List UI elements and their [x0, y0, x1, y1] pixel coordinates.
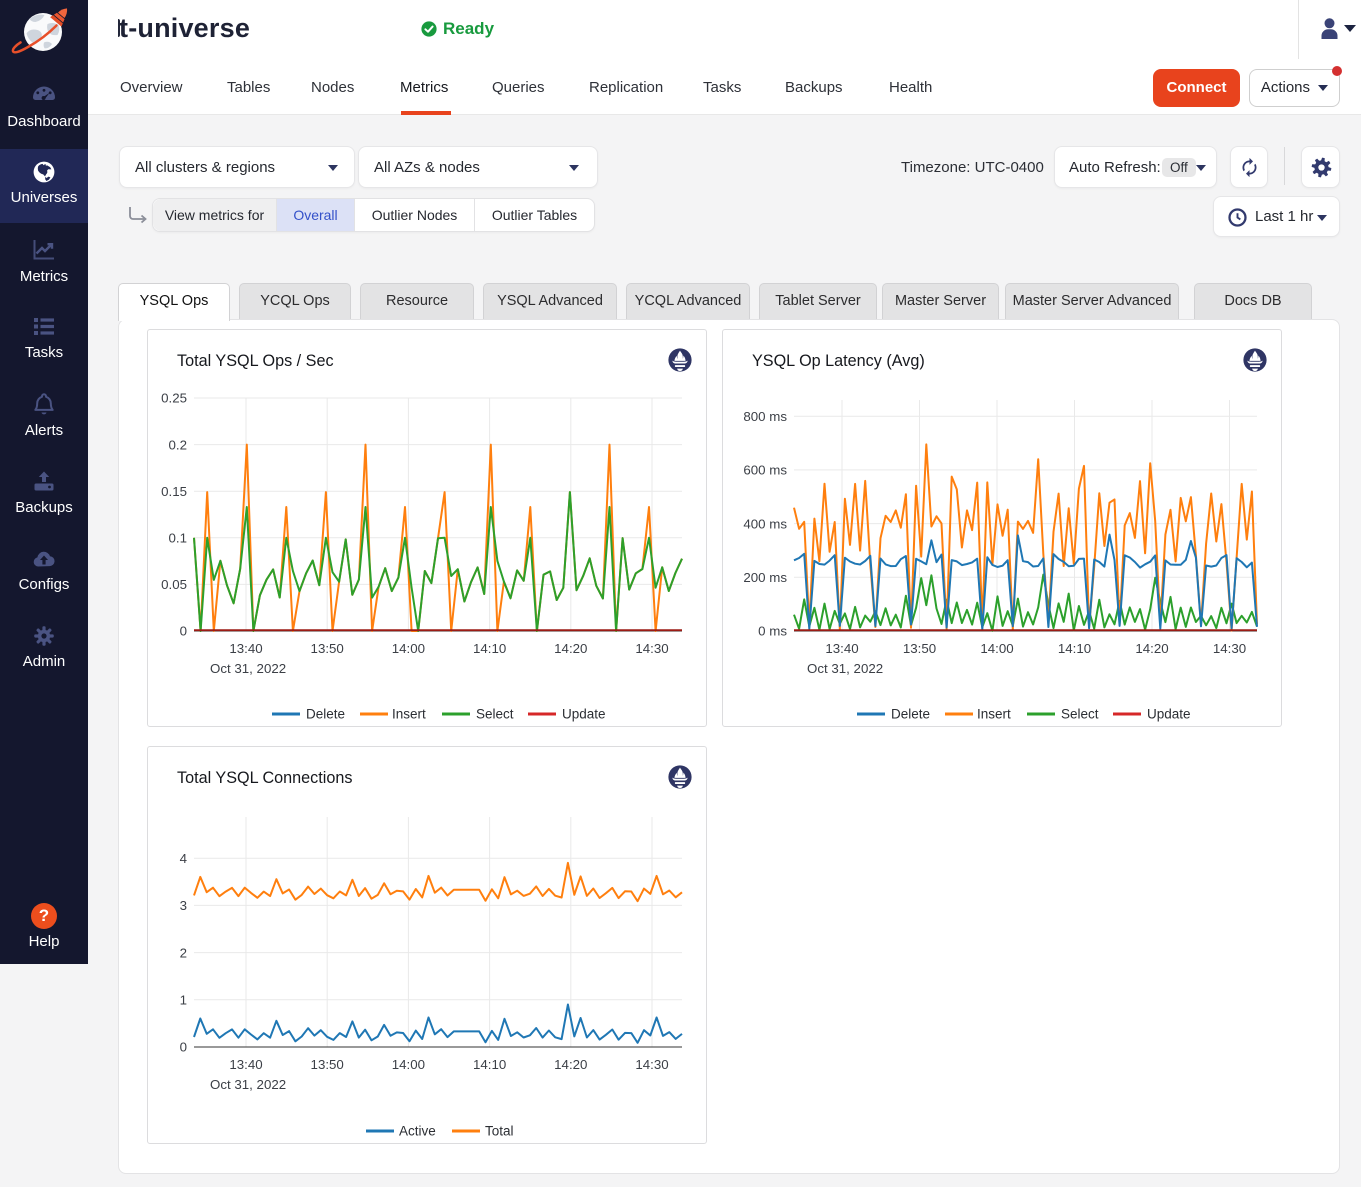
svg-text:14:10: 14:10 — [473, 641, 506, 656]
svg-text:0 ms: 0 ms — [758, 624, 787, 639]
svg-text:14:00: 14:00 — [392, 1057, 425, 1072]
svg-text:14:00: 14:00 — [392, 641, 425, 656]
svg-text:Select: Select — [476, 707, 514, 722]
svg-text:0.2: 0.2 — [169, 437, 188, 452]
svg-text:800 ms: 800 ms — [743, 409, 787, 424]
svg-text:14:10: 14:10 — [1058, 641, 1091, 656]
svg-text:14:30: 14:30 — [1213, 641, 1246, 656]
svg-text:13:40: 13:40 — [229, 1057, 262, 1072]
svg-text:0.25: 0.25 — [161, 391, 187, 406]
svg-text:Total YSQL Ops / Sec: Total YSQL Ops / Sec — [177, 352, 334, 370]
svg-text:14:30: 14:30 — [635, 641, 668, 656]
svg-text:13:50: 13:50 — [311, 1057, 344, 1072]
svg-text:14:30: 14:30 — [635, 1057, 668, 1072]
svg-text:0.15: 0.15 — [161, 484, 187, 499]
svg-text:4: 4 — [180, 851, 187, 866]
svg-text:3: 3 — [180, 898, 187, 913]
svg-text:Update: Update — [562, 707, 606, 722]
svg-text:400 ms: 400 ms — [743, 516, 787, 531]
svg-text:2: 2 — [180, 945, 187, 960]
svg-text:Oct 31, 2022: Oct 31, 2022 — [210, 661, 286, 676]
svg-text:14:20: 14:20 — [554, 641, 587, 656]
svg-text:Update: Update — [1147, 707, 1191, 722]
svg-text:14:00: 14:00 — [980, 641, 1013, 656]
svg-text:Total YSQL Connections: Total YSQL Connections — [177, 769, 352, 787]
svg-text:13:50: 13:50 — [903, 641, 936, 656]
svg-text:200 ms: 200 ms — [743, 570, 787, 585]
svg-text:14:20: 14:20 — [1135, 641, 1168, 656]
svg-text:0.1: 0.1 — [169, 531, 188, 546]
svg-text:Total: Total — [485, 1124, 514, 1139]
svg-text:Insert: Insert — [392, 707, 426, 722]
svg-text:Delete: Delete — [891, 707, 930, 722]
svg-text:0: 0 — [180, 624, 187, 639]
svg-text:YSQL Op Latency (Avg): YSQL Op Latency (Avg) — [752, 352, 925, 370]
svg-text:14:20: 14:20 — [554, 1057, 587, 1072]
svg-text:0: 0 — [180, 1040, 187, 1055]
svg-text:13:40: 13:40 — [229, 641, 262, 656]
svg-text:Active: Active — [399, 1124, 436, 1139]
svg-text:13:40: 13:40 — [825, 641, 858, 656]
svg-text:Oct 31, 2022: Oct 31, 2022 — [210, 1077, 286, 1092]
svg-text:Insert: Insert — [977, 707, 1011, 722]
svg-text:0.05: 0.05 — [161, 577, 187, 592]
svg-text:Delete: Delete — [306, 707, 345, 722]
svg-text:600 ms: 600 ms — [743, 463, 787, 478]
svg-text:Oct 31, 2022: Oct 31, 2022 — [807, 661, 883, 676]
svg-text:Select: Select — [1061, 707, 1099, 722]
svg-text:13:50: 13:50 — [311, 641, 344, 656]
svg-text:1: 1 — [180, 993, 187, 1008]
svg-text:14:10: 14:10 — [473, 1057, 506, 1072]
